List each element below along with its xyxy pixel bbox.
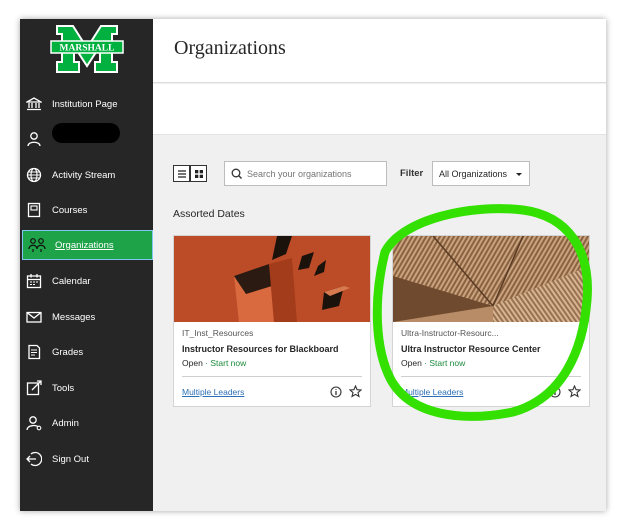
leaders-link[interactable]: Multiple Leaders: [401, 387, 463, 397]
search-input[interactable]: [247, 168, 377, 179]
user-icon: [24, 129, 44, 149]
redacted-username: [52, 123, 120, 143]
sidebar-item-label: Calendar: [52, 275, 91, 287]
organizations-icon: [27, 235, 47, 255]
subheader-bar: [153, 84, 606, 135]
status-start: · Start now: [424, 358, 466, 368]
organization-code: Ultra-Instructor-Resourc...: [401, 328, 499, 338]
organization-card[interactable]: IT_Inst_Resources Instructor Resources f…: [173, 235, 371, 407]
sidebar-item-grades[interactable]: Grades: [20, 337, 153, 367]
calendar-icon: [24, 271, 44, 291]
sidebar-item-label: Tools: [52, 382, 75, 394]
sidebar-item-courses[interactable]: Courses: [20, 195, 153, 225]
status-open: Open: [182, 358, 203, 368]
marshall-logo[interactable]: MARSHALL: [49, 22, 125, 76]
tools-icon: [24, 378, 44, 398]
page-title: Organizations: [174, 37, 286, 59]
institution-icon: [24, 94, 44, 114]
filter-label: Filter: [400, 168, 424, 179]
sidebar-item-sign-out[interactable]: Sign Out: [20, 444, 153, 474]
grid-view-icon: [194, 169, 203, 178]
star-icon[interactable]: [568, 385, 581, 398]
sidebar-item-institution-page[interactable]: Institution Page: [20, 89, 153, 119]
search-box[interactable]: [224, 161, 387, 186]
organization-name[interactable]: Ultra Instructor Resource Center: [401, 344, 541, 354]
sidebar-item-label: Organizations: [55, 239, 114, 251]
sidebar-item-label: Activity Stream: [52, 169, 116, 181]
sidebar-item-label: Institution Page: [52, 98, 118, 110]
info-icon[interactable]: [549, 386, 561, 398]
sidebar-item-label: Messages: [52, 311, 96, 323]
sidebar-item-label: Sign Out: [52, 453, 89, 465]
status-start: · Start now: [205, 358, 247, 368]
sidebar-item-calendar[interactable]: Calendar: [20, 266, 153, 296]
chevron-down-icon: [516, 172, 523, 176]
card-divider: [182, 376, 362, 377]
sidebar-item-activity-stream[interactable]: Activity Stream: [20, 160, 153, 190]
organization-status: Open · Start now: [401, 358, 465, 368]
status-open: Open: [401, 358, 422, 368]
info-icon[interactable]: [330, 386, 342, 398]
sidebar-item-tools[interactable]: Tools: [20, 373, 153, 403]
card-divider: [401, 376, 581, 377]
list-view-toggle[interactable]: [173, 165, 190, 182]
grid-view-toggle[interactable]: [190, 165, 207, 182]
organization-status: Open · Start now: [182, 358, 246, 368]
organization-image: [174, 236, 370, 322]
organization-code: IT_Inst_Resources: [182, 328, 254, 338]
star-icon[interactable]: [349, 385, 362, 398]
list-view-icon: [177, 169, 186, 178]
sign-out-icon: [24, 449, 44, 469]
sidebar-item-label: Grades: [52, 346, 84, 358]
sidebar-item-label: Courses: [52, 204, 88, 216]
organization-name[interactable]: Instructor Resources for Blackboard: [182, 344, 339, 354]
admin-icon: [24, 413, 44, 433]
main-content: Organizations Filter All Organizations A…: [153, 19, 606, 511]
sidebar-item-label: Admin: [52, 417, 79, 429]
organization-image: [393, 236, 589, 322]
logo-text: MARSHALL: [60, 44, 115, 54]
page-header: Organizations: [153, 19, 606, 83]
section-title: Assorted Dates: [173, 208, 245, 220]
envelope-icon: [24, 307, 44, 327]
filter-dropdown[interactable]: All Organizations: [432, 161, 530, 186]
globe-icon: [24, 165, 44, 185]
sidebar-item-messages[interactable]: Messages: [20, 302, 153, 332]
grades-icon: [24, 342, 44, 362]
sidebar-item-organizations[interactable]: Organizations: [22, 230, 153, 260]
filter-value: All Organizations: [439, 168, 508, 179]
search-icon: [231, 168, 242, 179]
app-window: MARSHALL Institution Page Activity Strea…: [20, 19, 606, 511]
sidebar-item-admin[interactable]: Admin: [20, 408, 153, 438]
sidebar: MARSHALL Institution Page Activity Strea…: [20, 19, 153, 511]
courses-icon: [24, 200, 44, 220]
organization-card[interactable]: Ultra-Instructor-Resourc... Ultra Instru…: [392, 235, 590, 407]
leaders-link[interactable]: Multiple Leaders: [182, 387, 244, 397]
